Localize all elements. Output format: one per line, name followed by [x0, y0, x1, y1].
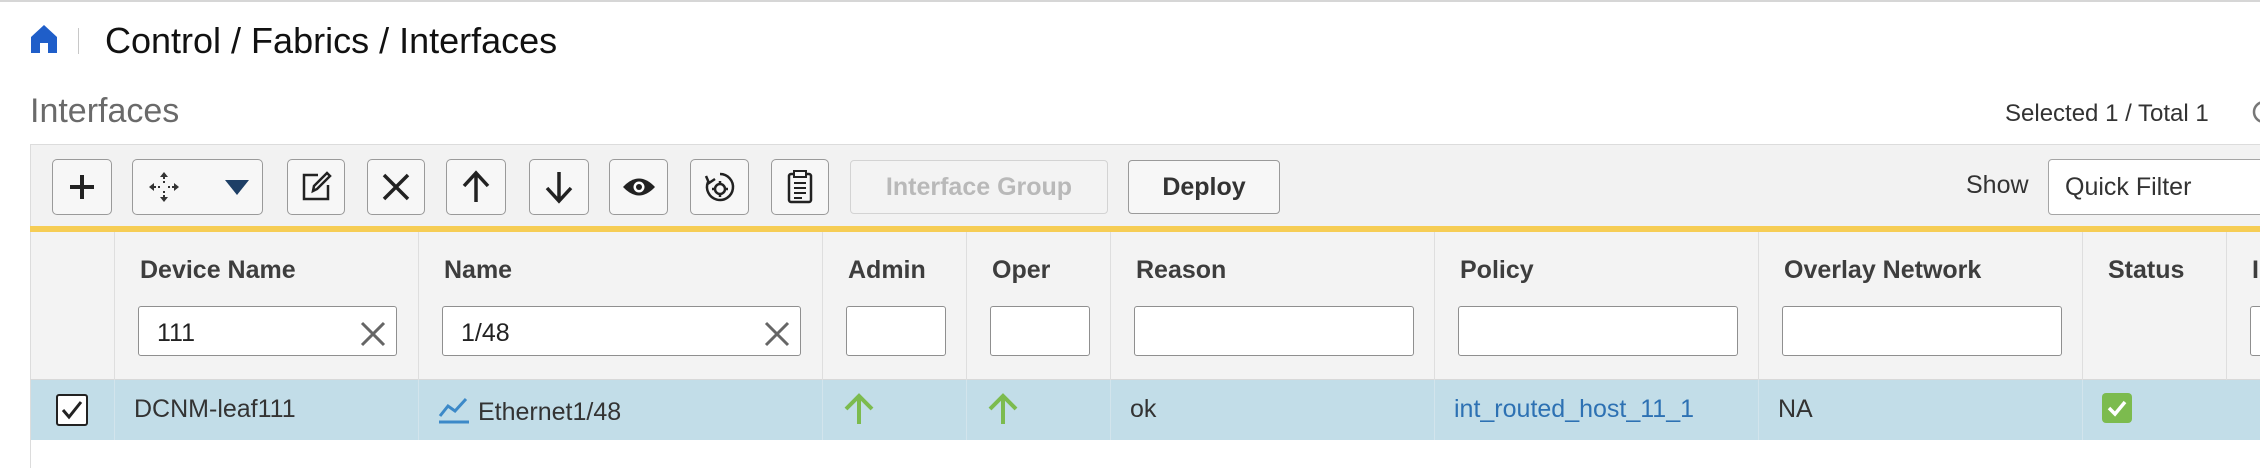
column-divider	[822, 232, 823, 380]
edit-icon	[302, 171, 332, 201]
column-header-overlay-network[interactable]: Overlay Network	[1784, 256, 1981, 285]
column-divider	[1434, 232, 1435, 380]
top-border	[0, 0, 2260, 2]
checkmark-icon	[61, 401, 83, 420]
oper-filter-input[interactable]	[990, 306, 1090, 356]
column-header-reason[interactable]: Reason	[1136, 256, 1226, 285]
page-title: Interfaces	[30, 92, 180, 130]
reason-filter-input[interactable]	[1134, 306, 1414, 356]
arrow-down-icon	[545, 172, 573, 204]
partial-filter-input[interactable]	[2250, 306, 2260, 356]
column-header-admin[interactable]: Admin	[848, 256, 926, 285]
refresh-icon[interactable]	[2248, 98, 2260, 126]
interface-group-button[interactable]: Interface Group	[850, 160, 1108, 214]
trend-chart-icon[interactable]	[438, 396, 470, 424]
column-header-policy[interactable]: Policy	[1460, 256, 1534, 285]
show-filter-select[interactable]: Quick Filter	[2048, 159, 2260, 215]
column-divider	[1434, 380, 1435, 440]
device-name-cell: DCNM-leaf111	[134, 395, 296, 423]
column-header-oper[interactable]: Oper	[992, 256, 1050, 285]
column-divider	[1110, 380, 1111, 440]
deploy-button[interactable]: Deploy	[1128, 160, 1280, 214]
delete-icon	[382, 173, 410, 201]
clear-filter-icon[interactable]	[763, 320, 791, 348]
column-divider	[114, 232, 115, 380]
row-select-checkbox[interactable]	[56, 394, 88, 426]
interface-name-cell: Ethernet1/48	[478, 398, 622, 426]
oper-up-icon	[988, 393, 1018, 424]
column-header-device-name[interactable]: Device Name	[140, 256, 296, 285]
column-header-name[interactable]: Name	[444, 256, 512, 285]
column-divider	[2082, 380, 2083, 440]
overlay-network-cell: NA	[1778, 395, 1813, 423]
edit-button[interactable]	[287, 159, 345, 215]
column-divider	[966, 232, 967, 380]
column-divider	[114, 380, 115, 440]
no-shutdown-button[interactable]	[446, 159, 506, 215]
column-divider	[1110, 232, 1111, 380]
move-icon	[149, 172, 179, 202]
admin-up-icon	[844, 393, 874, 424]
column-divider	[2226, 232, 2227, 380]
plus-icon	[70, 175, 94, 199]
overlay-network-filter-input[interactable]	[1782, 306, 2062, 356]
selection-summary: Selected 1 / Total 1	[2005, 100, 2209, 127]
history-button[interactable]	[771, 159, 829, 215]
show-button[interactable]	[609, 159, 668, 215]
admin-filter-input[interactable]	[846, 306, 946, 356]
name-filter-input[interactable]: 1/48	[442, 306, 801, 356]
column-divider	[2082, 232, 2083, 380]
policy-filter-input[interactable]	[1458, 306, 1738, 356]
home-icon[interactable]	[30, 24, 58, 54]
rediscover-icon	[704, 172, 734, 202]
status-ok-icon	[2102, 393, 2132, 423]
show-label: Show	[1966, 171, 2029, 199]
reason-cell: ok	[1130, 395, 1157, 423]
column-divider	[418, 232, 419, 380]
breadcrumb: Control / Fabrics / Interfaces	[105, 20, 558, 61]
breadcrumb-separator	[78, 28, 79, 54]
column-header-status[interactable]: Status	[2108, 256, 2184, 285]
clear-filter-icon[interactable]	[359, 320, 387, 348]
rediscover-button[interactable]	[690, 159, 749, 215]
column-divider	[1758, 232, 1759, 380]
move-dropdown-button[interactable]	[132, 159, 263, 215]
column-header-partial[interactable]: I	[2252, 256, 2259, 285]
column-divider	[418, 380, 419, 440]
column-divider	[966, 380, 967, 440]
eye-icon	[622, 178, 655, 196]
arrow-up-icon	[462, 170, 490, 202]
policy-link[interactable]: int_routed_host_11_1	[1454, 395, 1694, 424]
column-divider	[822, 380, 823, 440]
add-button[interactable]	[52, 159, 112, 215]
history-icon	[787, 170, 813, 204]
shutdown-button[interactable]	[529, 159, 589, 215]
delete-button[interactable]	[367, 159, 425, 215]
table-left-border	[30, 440, 31, 468]
caret-down-icon	[225, 180, 249, 195]
column-divider	[1758, 380, 1759, 440]
